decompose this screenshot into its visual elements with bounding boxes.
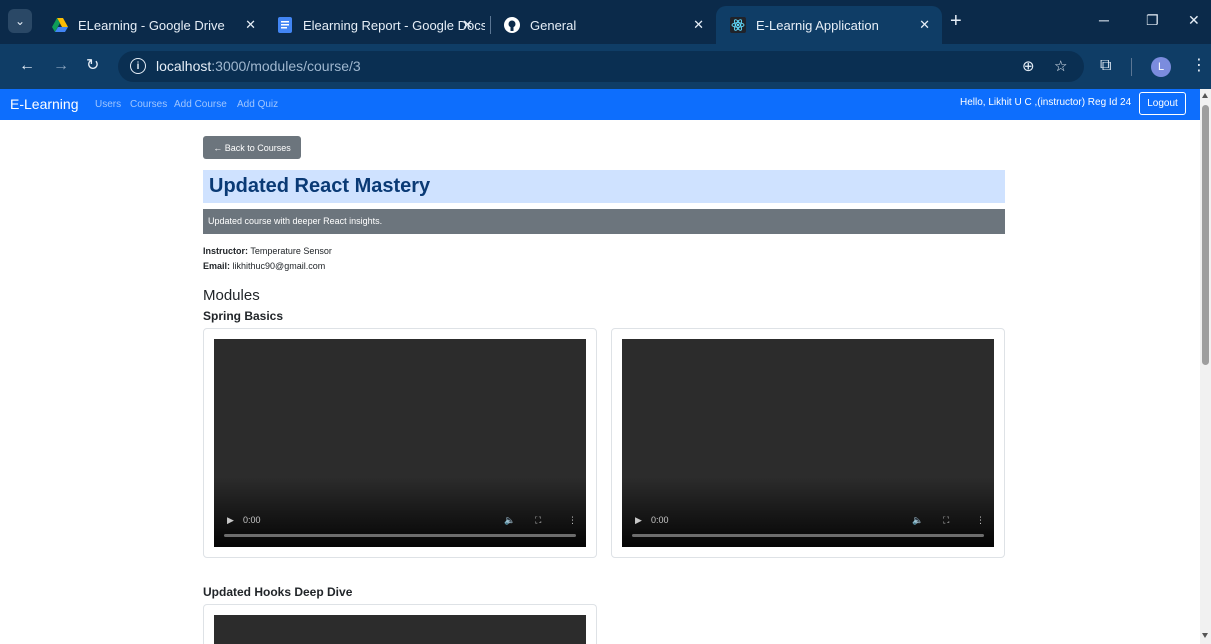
reload-icon[interactable]: ↻ <box>86 57 99 75</box>
scroll-down-arrow-icon[interactable] <box>1202 633 1208 638</box>
address-bar[interactable]: i localhost:3000/modules/course/3 ⊕ ☆ <box>118 51 1084 82</box>
new-tab-plus-icon[interactable]: + <box>950 11 962 31</box>
video-progress-bar[interactable] <box>632 534 984 537</box>
close-tab-icon[interactable]: ✕ <box>693 17 704 33</box>
react-icon <box>730 17 746 33</box>
play-icon[interactable]: ▶ <box>227 515 234 526</box>
video-card: ▶ 0:00 🔈 ⛶ ⋮ <box>611 328 1005 558</box>
tab-google-drive[interactable]: ELearning - Google Drive ✕ <box>38 6 268 44</box>
github-icon <box>504 17 520 33</box>
course-description: Updated course with deeper React insight… <box>203 209 1005 234</box>
back-to-courses-button[interactable]: ← Back to Courses <box>203 136 301 159</box>
scroll-thumb[interactable] <box>1202 105 1209 365</box>
video-time: 0:00 <box>651 515 669 525</box>
browser-menu-kebab-icon[interactable]: ⋮ <box>1191 57 1207 75</box>
nav-link-add-course[interactable]: Add Course <box>174 99 227 110</box>
email-label: Email: <box>203 261 231 271</box>
video-card <box>203 604 597 644</box>
volume-icon[interactable]: 🔈 <box>912 515 923 526</box>
close-tab-icon[interactable]: ✕ <box>462 17 473 33</box>
minimize-window-icon[interactable]: ─ <box>1099 12 1109 28</box>
close-window-icon[interactable]: ✕ <box>1188 12 1200 29</box>
module-title: Spring Basics <box>203 309 284 323</box>
fullscreen-icon[interactable]: ⛶ <box>535 515 541 526</box>
tab-title: General <box>530 17 577 33</box>
video-player[interactable] <box>214 615 586 644</box>
instructor-email: likhithuc90@gmail.com <box>232 261 326 271</box>
user-greeting: Hello, Likhit U C ,(instructor) Reg Id 2… <box>960 97 1132 108</box>
video-options-kebab-icon[interactable]: ⋮ <box>976 515 985 526</box>
video-player[interactable]: ▶ 0:00 🔈 ⛶ ⋮ <box>214 339 586 547</box>
nav-link-users[interactable]: Users <box>95 99 121 110</box>
video-player[interactable]: ▶ 0:00 🔈 ⛶ ⋮ <box>622 339 994 547</box>
back-arrow-icon[interactable]: ← <box>19 57 35 75</box>
video-time: 0:00 <box>243 515 261 525</box>
url-path: :3000/modules/course/3 <box>211 58 361 74</box>
site-info-icon[interactable]: i <box>130 58 146 74</box>
profile-avatar[interactable]: L <box>1151 57 1171 77</box>
volume-icon[interactable]: 🔈 <box>504 515 515 526</box>
fullscreen-icon[interactable]: ⛶ <box>943 515 949 526</box>
app-navbar: E-Learning Users Courses Add Course Add … <box>0 89 1200 120</box>
tab-title: E-Learnig Application <box>756 17 879 33</box>
video-options-kebab-icon[interactable]: ⋮ <box>568 515 577 526</box>
zoom-icon[interactable]: ⊕ <box>1022 57 1035 75</box>
browser-toolbar: ← → ↻ i localhost:3000/modules/course/3 … <box>0 44 1211 89</box>
extensions-puzzle-icon[interactable]: ⧉ <box>1100 57 1111 75</box>
url-host: localhost <box>156 58 212 74</box>
nav-link-add-quiz[interactable]: Add Quiz <box>237 99 278 110</box>
close-tab-icon[interactable]: ✕ <box>919 17 930 33</box>
tab-google-docs[interactable]: Elearning Report - Google Docs ✕ <box>263 6 485 44</box>
forward-arrow-icon[interactable]: → <box>53 57 69 75</box>
toolbar-separator <box>1131 58 1132 76</box>
module-title: Updated Hooks Deep Dive <box>203 585 353 599</box>
browser-tab-strip: ⌄ ELearning - Google Drive ✕ Elearning R… <box>0 0 1211 44</box>
modules-heading: Modules <box>203 287 260 304</box>
page-scrollbar[interactable] <box>1200 89 1211 644</box>
google-docs-icon <box>277 17 293 33</box>
video-card: ▶ 0:00 🔈 ⛶ ⋮ <box>203 328 597 558</box>
instructor-label: Instructor: <box>203 246 248 256</box>
scroll-up-arrow-icon[interactable] <box>1202 93 1208 98</box>
tab-github-general[interactable]: General ✕ <box>490 6 716 44</box>
restore-window-icon[interactable]: ❐ <box>1146 12 1159 29</box>
play-icon[interactable]: ▶ <box>635 515 642 526</box>
tab-elearning-app[interactable]: E-Learnig Application ✕ <box>716 6 942 44</box>
video-progress-bar[interactable] <box>224 534 576 537</box>
bookmark-star-icon[interactable]: ☆ <box>1054 57 1067 75</box>
tab-search-chevron-icon[interactable]: ⌄ <box>8 9 32 33</box>
logout-button[interactable]: Logout <box>1139 92 1186 115</box>
instructor-line: Instructor: Temperature Sensor <box>203 246 332 256</box>
navbar-brand[interactable]: E-Learning <box>10 96 79 112</box>
google-drive-icon <box>52 17 68 33</box>
tab-title: Elearning Report - Google Docs <box>303 17 485 33</box>
nav-link-courses[interactable]: Courses <box>130 99 167 110</box>
url-text[interactable]: localhost:3000/modules/course/3 <box>156 58 361 74</box>
tab-title: ELearning - Google Drive <box>78 17 225 33</box>
instructor-name: Temperature Sensor <box>250 246 332 256</box>
course-title: Updated React Mastery <box>203 170 1005 203</box>
close-tab-icon[interactable]: ✕ <box>245 17 256 33</box>
email-line: Email: likhithuc90@gmail.com <box>203 261 325 271</box>
